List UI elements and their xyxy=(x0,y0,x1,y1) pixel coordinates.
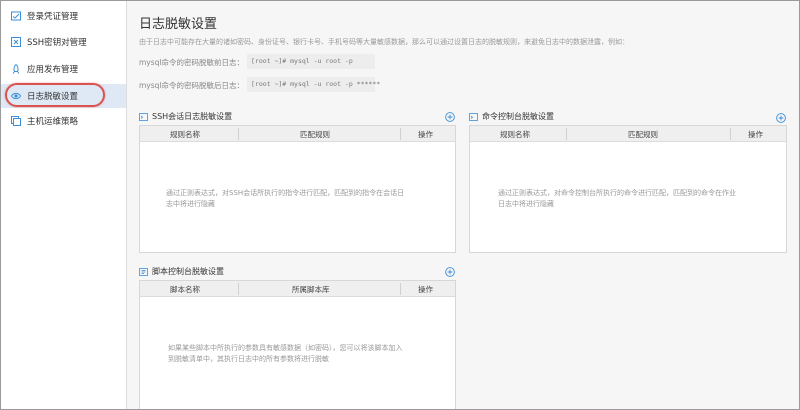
console-panel-title-text: 命令控制台脱敏设置 xyxy=(482,112,554,121)
console-panel-title: 命令控制台脱敏设置 xyxy=(469,111,554,122)
empty-state-text: 如果某些脚本中所执行的参数具有敏感数据（如密码），您可以将该脚本加入 到脱敏清单… xyxy=(168,344,403,363)
console-rules-table: 规则名称 匹配规则 操作 通过正则表达式，对命令控制台所执行的命令进行匹配，匹配… xyxy=(469,125,787,253)
ssh-panel-title: SSH会话日志脱敏设置 xyxy=(139,111,232,122)
column-header: 匹配规则 xyxy=(300,130,330,139)
sidebar-item-label: 日志脱敏设置 xyxy=(27,92,79,102)
example-after-label: mysql命令的密码脱敏后日志： xyxy=(139,81,244,90)
rocket-icon xyxy=(12,64,20,74)
column-header: 规则名称 xyxy=(500,130,530,139)
column-header: 规则名称 xyxy=(170,130,200,139)
add-ssh-rule-button[interactable] xyxy=(445,112,455,122)
example-before-label: mysql命令的密码脱敏前日志： xyxy=(139,58,244,67)
column-header: 匹配规则 xyxy=(628,130,658,139)
page-description: 由于日志中可能存在大量的诸如密码、身份证号、银行卡号、手机号码等大量敏感数据，那… xyxy=(139,38,629,46)
sidebar-item-app-release[interactable]: 应用发布管理 xyxy=(1,57,126,81)
key-pair-icon xyxy=(11,37,21,47)
page-title: 日志脱敏设置 xyxy=(139,17,218,32)
script-panel-title: 脚本控制台脱敏设置 xyxy=(139,266,224,277)
table-header: 规则名称 匹配规则 操作 xyxy=(140,126,455,142)
console-icon xyxy=(469,112,478,121)
terminal-icon xyxy=(139,112,148,121)
policy-icon xyxy=(11,116,21,126)
example-after-code: [root ~]# mysql -u root -p ****** xyxy=(247,77,380,92)
eye-icon xyxy=(11,92,21,100)
sidebar-item-label: SSH密钥对管理 xyxy=(27,38,87,48)
script-masking-table: 脚本名称 所属脚本库 操作 如果某些脚本中所执行的参数具有敏感数据（如密码），您… xyxy=(139,280,456,409)
main-content: 日志脱敏设置 由于日志中可能存在大量的诸如密码、身份证号、银行卡号、手机号码等大… xyxy=(127,1,799,409)
sidebar-item-credentials[interactable]: 登录凭证管理 xyxy=(1,4,126,28)
credential-icon xyxy=(11,11,21,21)
sidebar-item-log-masking[interactable]: 日志脱敏设置 xyxy=(1,84,126,108)
add-script-button[interactable] xyxy=(445,267,455,277)
column-header: 操作 xyxy=(418,130,433,139)
table-header: 脚本名称 所属脚本库 操作 xyxy=(140,281,455,297)
column-header: 操作 xyxy=(418,285,433,294)
table-header: 规则名称 匹配规则 操作 xyxy=(470,126,786,142)
sidebar-item-ssh-keys[interactable]: SSH密钥对管理 xyxy=(1,30,126,54)
column-header: 所属脚本库 xyxy=(292,285,330,294)
ssh-rules-table: 规则名称 匹配规则 操作 通过正则表达式，对SSH会话所执行的指令进行匹配，匹配… xyxy=(139,125,456,253)
sidebar-item-label: 登录凭证管理 xyxy=(27,12,79,22)
sidebar-item-host-policy[interactable]: 主机运维策略 xyxy=(1,109,126,133)
app-window: 登录凭证管理 SSH密钥对管理 应用发布管理 日志脱敏设置 主机运维策略 日志脱… xyxy=(0,0,800,410)
column-header: 操作 xyxy=(748,130,763,139)
sidebar: 登录凭证管理 SSH密钥对管理 应用发布管理 日志脱敏设置 主机运维策略 xyxy=(1,1,127,409)
empty-state-text: 通过正则表达式，对SSH会话所执行的指令进行匹配，匹配到的指令在会话日 志中将进… xyxy=(166,189,405,208)
script-panel-title-text: 脚本控制台脱敏设置 xyxy=(152,267,224,276)
example-before-code: [root ~]# mysql -u root -p xyxy=(247,54,375,69)
ssh-panel-title-text: SSH会话日志脱敏设置 xyxy=(152,112,233,121)
add-console-rule-button[interactable] xyxy=(776,113,786,123)
script-icon xyxy=(139,267,148,276)
empty-state-text: 通过正则表达式，对命令控制台所执行的命令进行匹配，匹配到的命令在作业 日志中将进… xyxy=(498,189,736,208)
sidebar-item-label: 应用发布管理 xyxy=(27,65,79,75)
sidebar-item-label: 主机运维策略 xyxy=(27,117,79,127)
column-header: 脚本名称 xyxy=(170,285,200,294)
